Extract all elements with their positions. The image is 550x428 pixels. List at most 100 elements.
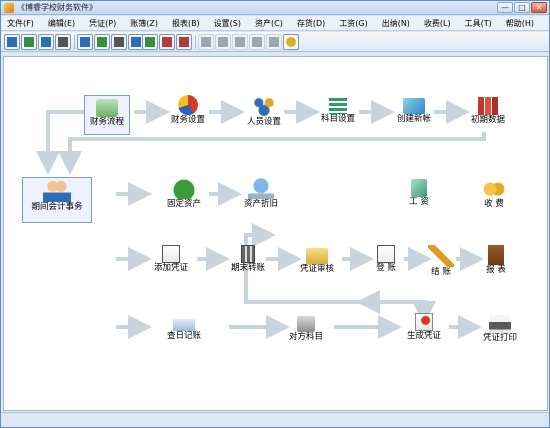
node-fixed-assets[interactable]: 固定资产 (152, 177, 216, 210)
node-initial-data[interactable]: 初期数据 (456, 95, 520, 126)
node-staff-settings[interactable]: 人员设置 (232, 95, 296, 128)
flowchart-icon (96, 99, 118, 117)
node-finance-flow[interactable]: 财务流程 (84, 95, 130, 135)
menu-file[interactable]: 文件(F) (7, 18, 34, 29)
node-fees[interactable]: 收 费 (462, 177, 526, 210)
toolbar-button-user[interactable] (111, 34, 127, 50)
toolbar-button-ledger[interactable] (55, 34, 71, 50)
help-bulb-icon (286, 37, 296, 47)
node-counter-account[interactable]: 对方科目 (274, 313, 338, 343)
calculator-icon (241, 245, 255, 263)
menu-ledger[interactable]: 账簿(Z) (130, 18, 158, 29)
toolbar-button-pen[interactable] (215, 34, 231, 50)
depreciation-icon (248, 177, 274, 199)
toolbar-button-report[interactable] (77, 34, 93, 50)
toolbar-separator (74, 35, 75, 49)
maximize-button[interactable]: □ (514, 2, 530, 13)
copy-icon (252, 37, 262, 47)
node-label: 财务设置 (170, 115, 205, 125)
toolbar-button-account-set[interactable] (94, 34, 110, 50)
toolbar-button-voucher-entry[interactable] (4, 34, 20, 50)
new-ledger-icon (403, 98, 425, 114)
node-label: 凭证审核 (299, 264, 334, 274)
toolbar-button-copy[interactable] (249, 34, 265, 50)
toolbar-button-voucher-post[interactable] (38, 34, 54, 50)
menu-voucher[interactable]: 凭证(P) (89, 18, 116, 29)
accountants-icon (43, 178, 71, 202)
toolbar-button-print[interactable] (176, 34, 192, 50)
people-icon (251, 95, 277, 117)
node-label: 人员设置 (246, 117, 281, 127)
save-icon (201, 37, 211, 47)
node-finance-settings[interactable]: 财务设置 (156, 95, 220, 126)
post-ledger-icon (377, 245, 395, 263)
node-label: 资产折旧 (243, 199, 278, 209)
node-create-ledger[interactable]: 创建新帐 (382, 95, 446, 125)
voucher-post-icon (41, 37, 51, 47)
toolbar-button-chart[interactable] (142, 34, 158, 50)
window-title: 《博睿学校财务软件》 (17, 3, 97, 12)
menu-tools[interactable]: 工具(T) (465, 18, 492, 29)
minimize-button[interactable]: — (497, 2, 513, 13)
folder-icon (306, 248, 328, 264)
node-label: 收 费 (484, 199, 504, 209)
toolbar-button-tools[interactable] (159, 34, 175, 50)
pen-icon (218, 37, 228, 47)
node-add-voucher[interactable]: 添加凭证 (139, 245, 203, 274)
fees-icon (481, 177, 507, 199)
account-list-icon (329, 98, 347, 114)
toolbar-button-save[interactable] (198, 34, 214, 50)
node-reports[interactable]: 报 表 (464, 245, 528, 276)
menu-salary[interactable]: 工资(G) (339, 18, 367, 29)
menu-help[interactable]: 帮助(H) (506, 18, 534, 29)
toolbar-button-voucher-review[interactable] (21, 34, 37, 50)
node-label: 凭证打印 (482, 333, 517, 343)
node-account-settings[interactable]: 科目设置 (306, 95, 370, 125)
toolbar (1, 32, 549, 52)
node-label: 生成凭证 (406, 331, 441, 341)
menu-inventory[interactable]: 存货(D) (297, 18, 325, 29)
toolbar-button-paste[interactable] (266, 34, 282, 50)
menu-edit[interactable]: 编辑(E) (48, 18, 75, 29)
report-book-icon (488, 245, 504, 265)
menu-assets[interactable]: 资产(C) (255, 18, 283, 29)
node-salary[interactable]: 工 资 (387, 177, 451, 208)
node-label: 报 表 (486, 265, 506, 275)
workflow-canvas: 财务流程 财务设置 人员设置 科目设置 创建新帐 初期数据 期间会计事务 固定资… (3, 56, 548, 411)
node-label: 固定资产 (166, 199, 201, 209)
status-bar (1, 412, 549, 427)
fixed-asset-icon (171, 177, 197, 199)
node-generate-voucher[interactable]: 生成凭证 (392, 313, 456, 342)
node-voucher-review[interactable]: 凭证审核 (285, 245, 349, 275)
paste-icon (269, 37, 279, 47)
menu-report[interactable]: 报表(B) (172, 18, 200, 29)
menu-bar: 文件(F) 编辑(E) 凭证(P) 账簿(Z) 报表(B) 设置(S) 资产(C… (1, 16, 549, 31)
node-asset-depreciation[interactable]: 资产折旧 (229, 177, 293, 210)
node-period-accounting[interactable]: 期间会计事务 (22, 177, 92, 223)
close-button[interactable]: ✕ (531, 2, 547, 13)
journal-icon (173, 319, 195, 331)
node-daily-journal[interactable]: 查日记账 (152, 313, 216, 342)
print-icon (179, 37, 189, 47)
cut-icon (235, 37, 245, 47)
account-set-icon (97, 37, 107, 47)
app-window: 《博睿学校财务软件》 — □ ✕ 文件(F) 编辑(E) 凭证(P) 账簿(Z)… (0, 0, 550, 428)
node-label: 初期数据 (470, 115, 505, 125)
printer-icon (489, 315, 511, 333)
menu-cashier[interactable]: 出纳(N) (382, 18, 410, 29)
pie-chart-icon (178, 95, 198, 115)
node-label: 查日记账 (166, 331, 201, 341)
node-period-end-transfer[interactable]: 期末转账 (216, 245, 280, 274)
node-voucher-print[interactable]: 凭证打印 (468, 313, 532, 344)
node-label: 添加凭证 (153, 263, 188, 273)
menu-fees[interactable]: 收费(L) (424, 18, 451, 29)
generate-voucher-icon (415, 313, 433, 331)
calculator-icon (131, 37, 141, 47)
chart-icon (145, 37, 155, 47)
report-icon (80, 37, 90, 47)
toolbar-button-cut[interactable] (232, 34, 248, 50)
voucher-entry-icon (7, 37, 17, 47)
menu-settings[interactable]: 设置(S) (214, 18, 241, 29)
toolbar-button-help[interactable] (283, 34, 299, 50)
node-label: 创建新帐 (396, 114, 431, 124)
